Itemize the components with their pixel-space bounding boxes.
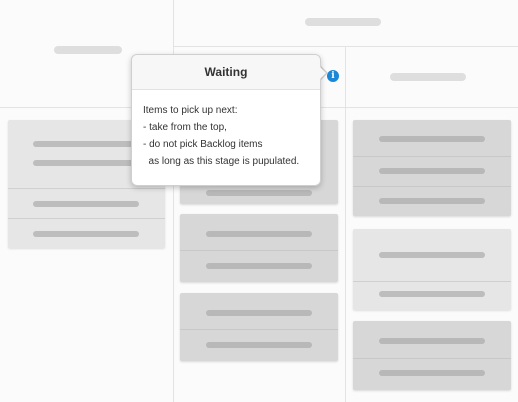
tooltip-title: Waiting	[132, 55, 320, 90]
card-divider	[353, 281, 511, 282]
card-line-placeholder	[206, 310, 312, 316]
tooltip-line: as long as this stage is pupulated.	[143, 156, 300, 167]
card-line-placeholder	[379, 338, 485, 344]
card-divider	[180, 250, 338, 251]
tooltip-line: - take from the top,	[143, 122, 227, 133]
card-line-placeholder	[379, 168, 485, 174]
column-title-placeholder	[54, 46, 122, 54]
card[interactable]	[353, 321, 511, 390]
card[interactable]	[180, 293, 338, 361]
card-line-placeholder	[33, 160, 139, 166]
card-line-placeholder	[206, 342, 312, 348]
card-divider	[353, 186, 511, 187]
card-divider	[8, 218, 165, 219]
card[interactable]	[180, 214, 338, 282]
tooltip-line: - do not pick Backlog items	[143, 139, 263, 150]
stage-title-placeholder	[305, 18, 381, 26]
card[interactable]	[353, 229, 511, 310]
card-line-placeholder	[33, 231, 139, 237]
card-line-placeholder	[379, 291, 485, 297]
card-divider	[180, 329, 338, 330]
card-line-placeholder	[379, 136, 485, 142]
tooltip-arrow-fill	[318, 65, 326, 81]
card-line-placeholder	[33, 141, 139, 147]
card-line-placeholder	[206, 190, 312, 196]
column-title-placeholder	[390, 73, 466, 81]
card-line-placeholder	[379, 198, 485, 204]
card-divider	[353, 156, 511, 157]
info-icon[interactable]: i	[327, 70, 339, 82]
tooltip-line: Items to pick up next:	[143, 105, 238, 116]
stage-info-tooltip: Waiting Items to pick up next: - take fr…	[131, 54, 321, 186]
card-line-placeholder	[379, 252, 485, 258]
tooltip-body: Items to pick up next: - take from the t…	[132, 90, 320, 170]
card-line-placeholder	[33, 201, 139, 207]
card[interactable]	[353, 120, 511, 216]
column-divider	[345, 46, 346, 402]
card-divider	[353, 358, 511, 359]
header-divider	[174, 46, 518, 47]
card-line-placeholder	[206, 263, 312, 269]
card-line-placeholder	[206, 231, 312, 237]
card-divider	[8, 188, 165, 189]
card-line-placeholder	[379, 370, 485, 376]
